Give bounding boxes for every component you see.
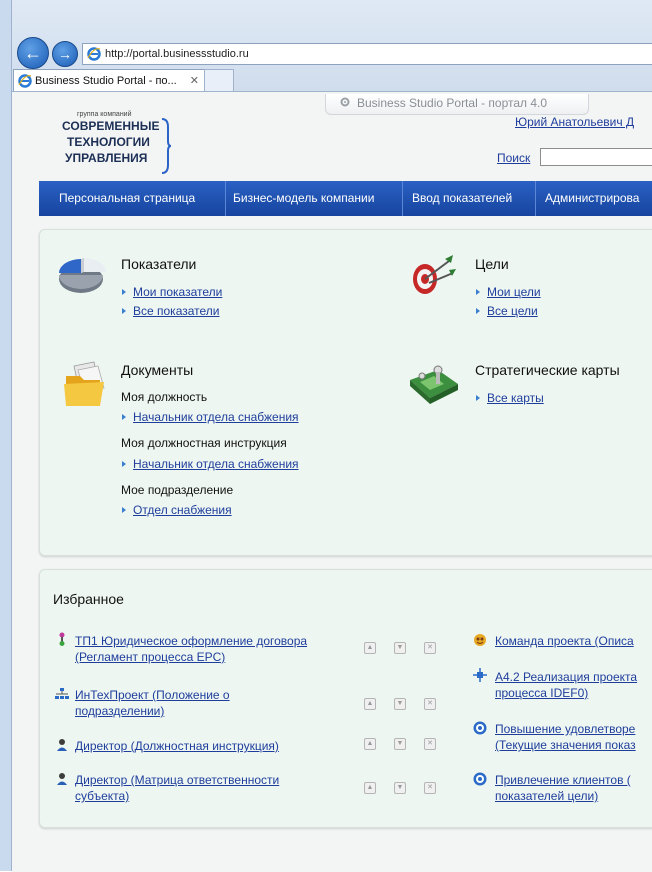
- all-maps-link[interactable]: Все карты: [487, 391, 544, 405]
- indicators-title: Показатели: [121, 256, 197, 272]
- move-down-icon[interactable]: ▼: [394, 738, 406, 750]
- main-nav: Персональная страница Бизнес-модель комп…: [39, 181, 652, 216]
- logo-line-3: УПРАВЛЕНИЯ: [65, 151, 148, 165]
- favorite-link[interactable]: Директор (Должностная инструкция): [75, 738, 279, 754]
- bullet-icon: [122, 507, 126, 513]
- logo-line-1: СОВРЕМЕННЫЕ: [62, 119, 160, 133]
- favorite-link[interactable]: ТП1 Юридическое оформление договора (Регл…: [75, 633, 307, 665]
- move-down-icon[interactable]: ▼: [394, 698, 406, 710]
- all-goals-link[interactable]: Все цели: [487, 304, 538, 318]
- logo-brace-icon: [161, 118, 172, 174]
- move-up-icon[interactable]: ▲: [364, 698, 376, 710]
- move-up-icon[interactable]: ▲: [364, 642, 376, 654]
- favorites-title: Избранное: [53, 591, 124, 607]
- my-goals-link[interactable]: Мои цели: [487, 285, 541, 299]
- search-input[interactable]: [540, 148, 652, 166]
- bullet-icon: [122, 461, 126, 467]
- bullet-icon: [122, 414, 126, 420]
- my-indicators-link[interactable]: Мои показатели: [133, 285, 222, 299]
- my-division-link[interactable]: Отдел снабжения: [133, 503, 232, 517]
- move-up-icon[interactable]: ▲: [364, 782, 376, 794]
- process-icon: [59, 632, 65, 646]
- my-position-label: Моя должность: [121, 390, 208, 404]
- goal-target-icon: [473, 772, 487, 786]
- idef0-process-icon: [473, 668, 487, 682]
- address-text: http://portal.businessstudio.ru: [105, 48, 249, 60]
- nav-separator: [225, 181, 226, 216]
- goal-target-icon: [473, 721, 487, 735]
- bullet-icon: [476, 289, 480, 295]
- favorite-link[interactable]: Привлечение клиентов (показателей цели): [495, 772, 631, 804]
- pie-chart-icon: [59, 258, 106, 293]
- my-instruction-link[interactable]: Начальник отдела снабжения: [133, 457, 299, 471]
- user-name-link[interactable]: Юрий Анатольевич Д: [515, 115, 634, 129]
- favorite-link[interactable]: Команда проекта (Описа: [495, 633, 634, 649]
- portal-title: Business Studio Portal - портал 4.0: [357, 96, 548, 110]
- org-structure-icon: [55, 688, 69, 699]
- nav-separator: [535, 181, 536, 216]
- search-link[interactable]: Поиск: [497, 151, 530, 165]
- gear-icon: [340, 97, 350, 107]
- move-down-icon[interactable]: ▼: [394, 642, 406, 654]
- nav-separator: [402, 181, 403, 216]
- window-frame-left: [0, 0, 12, 871]
- folder-icon: [64, 361, 105, 406]
- new-tab-button[interactable]: [204, 69, 234, 92]
- delete-icon[interactable]: ✕: [424, 738, 436, 750]
- bullet-icon: [122, 289, 126, 295]
- my-division-label: Мое подразделение: [121, 483, 234, 497]
- favorite-link[interactable]: Повышение удовлетворе (Текущие значения п…: [495, 721, 636, 753]
- nav-input-indicators[interactable]: Ввод показателей: [412, 181, 512, 216]
- nav-business-model[interactable]: Бизнес-модель компании: [233, 181, 374, 216]
- favorite-link[interactable]: А4.2 Реализация проекта процесса IDEF0): [495, 669, 637, 701]
- delete-icon[interactable]: ✕: [424, 698, 436, 710]
- documents-title: Документы: [121, 362, 194, 378]
- delete-icon[interactable]: ✕: [424, 782, 436, 794]
- move-up-icon[interactable]: ▲: [364, 738, 376, 750]
- back-button[interactable]: ←: [17, 37, 49, 69]
- my-instruction-label: Моя должностная инструкция: [121, 436, 287, 450]
- browser-tab[interactable]: Business Studio Portal - по... ✕: [13, 69, 205, 92]
- tab-title: Business Studio Portal - по...: [35, 75, 177, 87]
- forward-button[interactable]: →: [52, 41, 78, 67]
- strategy-maps-title: Стратегические карты: [475, 362, 620, 378]
- logo-line-2: ТЕХНОЛОГИИ: [67, 135, 150, 149]
- strategy-map-icon: [410, 365, 458, 404]
- arrow-right-icon: →: [58, 46, 72, 62]
- portal-title-tab: Business Studio Portal - портал 4.0: [325, 94, 589, 115]
- close-tab-icon[interactable]: ✕: [190, 70, 199, 92]
- team-icon: [474, 634, 486, 646]
- favorite-link[interactable]: Директор (Матрица ответственности субъект…: [75, 772, 279, 804]
- logo-subtitle: группа компаний: [77, 111, 132, 118]
- person-icon: [57, 739, 67, 751]
- ie-logo-icon: [18, 74, 32, 88]
- ie-logo-icon: [87, 47, 101, 61]
- arrow-left-icon: ←: [24, 42, 42, 63]
- person-icon: [57, 773, 67, 785]
- my-position-link[interactable]: Начальник отдела снабжения: [133, 410, 299, 424]
- all-indicators-link[interactable]: Все показатели: [133, 304, 220, 318]
- nav-personal-page[interactable]: Персональная страница: [59, 181, 195, 216]
- delete-icon[interactable]: ✕: [424, 642, 436, 654]
- goals-title: Цели: [475, 256, 509, 272]
- move-down-icon[interactable]: ▼: [394, 782, 406, 794]
- bullet-icon: [476, 308, 480, 314]
- target-darts-icon: [413, 255, 456, 294]
- favorite-link[interactable]: ИнТехПроект (Положение о подразделении): [75, 687, 230, 719]
- bullet-icon: [122, 308, 126, 314]
- bullet-icon: [476, 395, 480, 401]
- nav-administration[interactable]: Администрирова: [545, 181, 639, 216]
- address-bar[interactable]: http://portal.businessstudio.ru: [82, 43, 652, 65]
